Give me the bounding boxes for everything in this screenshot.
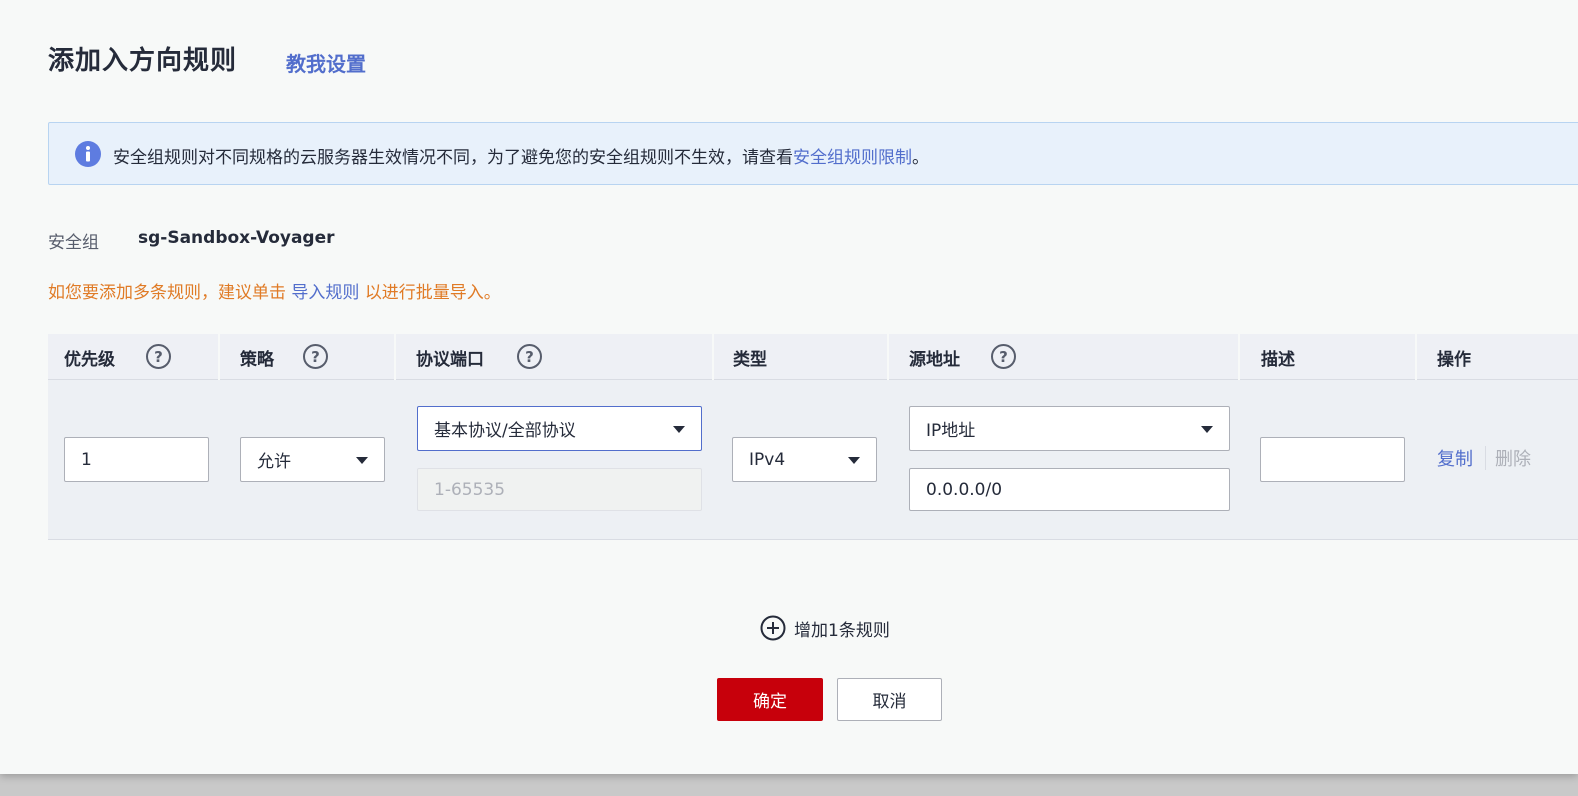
delete-rule-link[interactable]: 删除	[1495, 445, 1531, 471]
copy-rule-link[interactable]: 复制	[1437, 445, 1473, 471]
help-link[interactable]: 教我设置	[286, 48, 366, 77]
priority-input[interactable]: 1	[64, 437, 209, 482]
security-group-value: sg-Sandbox-Voyager	[138, 228, 335, 248]
policy-select[interactable]: 允许	[240, 437, 385, 482]
action-divider	[1485, 446, 1486, 470]
chevron-down-icon	[848, 457, 860, 464]
header-type: 类型	[733, 349, 767, 370]
notice-banner: 安全组规则对不同规格的云服务器生效情况不同，为了避免您的安全组规则不生效，请查看…	[48, 122, 1578, 185]
cancel-button[interactable]: 取消	[837, 678, 942, 721]
confirm-button[interactable]: 确定	[717, 678, 823, 721]
header-divider	[218, 334, 220, 380]
notice-limit-link[interactable]: 安全组规则限制	[793, 148, 912, 168]
port-input: 1-65535	[417, 468, 702, 511]
import-tip: 如您要添加多条规则，建议单击 导入规则 以进行批量导入。	[48, 278, 501, 303]
policy-value: 允许	[257, 452, 291, 472]
source-help-icon[interactable]: ?	[991, 344, 1016, 369]
protocol-value: 基本协议/全部协议	[434, 421, 576, 441]
source-address-input[interactable]: 0.0.0.0/0	[909, 468, 1230, 511]
header-actions: 操作	[1437, 349, 1471, 370]
chevron-down-icon	[1201, 426, 1213, 433]
add-rule-label: 增加1条规则	[794, 620, 890, 641]
rules-table-header: 优先级 ? 策略 ? 协议端口 ? 类型 源地址 ? 描述 操作	[48, 334, 1578, 380]
notice-suffix: 。	[912, 148, 929, 168]
dialog-title: 添加入方向规则	[48, 46, 238, 76]
header-divider	[1415, 334, 1417, 380]
chevron-down-icon	[356, 457, 368, 464]
tip-suffix: 以进行批量导入。	[364, 283, 501, 303]
header-divider	[1238, 334, 1240, 380]
header-divider	[394, 334, 396, 380]
header-policy: 策略	[240, 349, 274, 370]
source-type-select[interactable]: IP地址	[909, 406, 1230, 451]
header-protocol-port: 协议端口	[416, 349, 484, 370]
add-inbound-rule-dialog: 添加入方向规则 教我设置 安全组规则对不同规格的云服务器生效情况不同，为了避免您…	[0, 0, 1578, 774]
source-type-value: IP地址	[926, 421, 976, 441]
table-row: 1 允许 基本协议/全部协议 1-65535 IPv4 IP地址 0.0.0.0…	[48, 380, 1578, 540]
plus-circle-icon	[760, 615, 786, 641]
import-rules-link[interactable]: 导入规则	[291, 283, 359, 303]
protocol-port-help-icon[interactable]: ?	[517, 344, 542, 369]
chevron-down-icon	[673, 426, 685, 433]
header-divider	[712, 334, 714, 380]
priority-help-icon[interactable]: ?	[146, 344, 171, 369]
description-input[interactable]	[1260, 437, 1405, 482]
tip-prefix: 如您要添加多条规则，建议单击	[48, 283, 286, 303]
header-description: 描述	[1261, 349, 1295, 370]
notice-text: 安全组规则对不同规格的云服务器生效情况不同，为了避免您的安全组规则不生效，请查看…	[113, 143, 929, 168]
info-icon	[75, 141, 101, 167]
type-select[interactable]: IPv4	[732, 437, 877, 482]
notice-message: 安全组规则对不同规格的云服务器生效情况不同，为了避免您的安全组规则不生效，请查看	[113, 148, 793, 168]
type-value: IPv4	[749, 449, 786, 470]
policy-help-icon[interactable]: ?	[303, 344, 328, 369]
header-divider	[887, 334, 889, 380]
header-priority: 优先级	[64, 349, 115, 370]
protocol-select[interactable]: 基本协议/全部协议	[417, 406, 702, 451]
add-rule-button[interactable]: 增加1条规则	[760, 615, 890, 641]
security-group-label: 安全组	[48, 233, 99, 253]
header-source: 源地址	[909, 349, 960, 370]
